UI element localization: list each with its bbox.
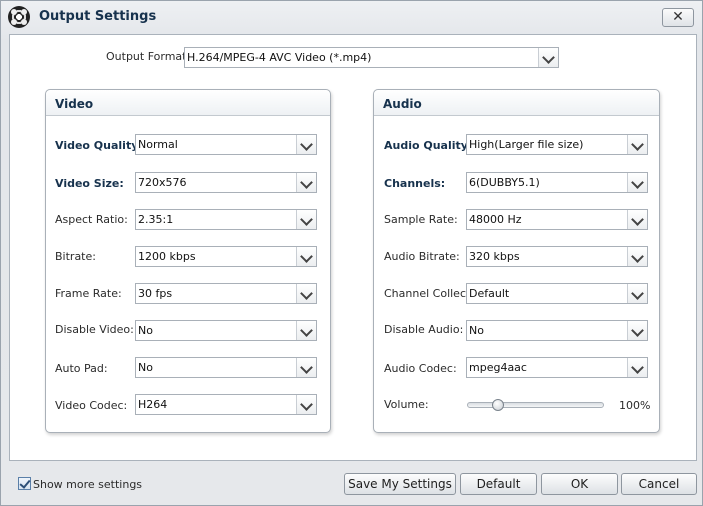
audio-codec-value: mpeg4aac [469,361,527,374]
channel-collect-dropdown[interactable]: Default [466,283,648,304]
video-codec-value: H264 [138,398,168,411]
show-more-settings-checkbox[interactable] [18,477,31,490]
channels-value: 6(DUBBY5.1) [469,176,540,189]
video-panel-title: Video [55,97,94,111]
aspect-ratio-dropdown[interactable]: 2.35:1 [135,209,317,230]
disable-video-dropdown[interactable]: No [135,320,317,341]
video-quality-value: Normal [138,138,178,151]
audio-bitrate-value: 320 kbps [469,250,520,263]
audio-quality-dropdown[interactable]: High(Larger file size) [466,134,648,155]
film-reel-icon [8,6,30,28]
output-format-label: Output Format: [106,50,191,63]
bitrate-label: Bitrate: [55,250,96,263]
video-panel-header: Video [46,90,330,116]
disable-video-label: Disable Video: [55,323,134,336]
audio-codec-dropdown[interactable]: mpeg4aac [466,357,648,378]
chevron-down-icon[interactable] [538,48,558,67]
chevron-down-icon[interactable] [296,284,316,303]
channel-collect-label: Channel Collect: [384,287,475,300]
auto-pad-label: Auto Pad: [55,362,108,375]
chevron-down-icon[interactable] [296,210,316,229]
volume-label: Volume: [384,398,429,411]
chevron-down-icon[interactable] [627,135,647,154]
volume-value: 100% [619,399,651,412]
audio-codec-label: Audio Codec: [384,362,457,375]
chevron-down-icon[interactable] [296,173,316,192]
chevron-down-icon[interactable] [296,135,316,154]
ok-button[interactable]: OK [541,473,618,495]
video-codec-dropdown[interactable]: H264 [135,394,317,415]
chevron-down-icon[interactable] [296,358,316,377]
chevron-down-icon[interactable] [627,247,647,266]
audio-bitrate-dropdown[interactable]: 320 kbps [466,246,648,267]
auto-pad-value: No [138,361,153,374]
disable-audio-label: Disable Audio: [384,323,464,336]
channels-dropdown[interactable]: 6(DUBBY5.1) [466,172,648,193]
video-size-value: 720x576 [138,176,187,189]
audio-quality-label: Audio Quality: [384,139,473,152]
frame-rate-dropdown[interactable]: 30 fps [135,283,317,304]
video-size-label: Video Size: [55,177,124,190]
sample-rate-dropdown[interactable]: 48000 Hz [466,209,648,230]
bitrate-dropdown[interactable]: 1200 kbps [135,246,317,267]
chevron-down-icon[interactable] [627,284,647,303]
channels-label: Channels: [384,177,446,190]
show-more-settings-label[interactable]: Show more settings [33,478,142,491]
sample-rate-value: 48000 Hz [469,213,522,226]
aspect-ratio-value: 2.35:1 [138,213,174,226]
video-quality-label: Video Quality: [55,139,143,152]
channel-collect-value: Default [469,287,510,300]
output-format-dropdown[interactable]: H.264/MPEG-4 AVC Video (*.mp4) [184,47,559,68]
chevron-down-icon[interactable] [296,247,316,266]
volume-slider-track[interactable] [467,402,604,408]
video-size-dropdown[interactable]: 720x576 [135,172,317,193]
disable-video-value: No [138,324,153,337]
frame-rate-value: 30 fps [138,287,173,300]
auto-pad-dropdown[interactable]: No [135,357,317,378]
chevron-down-icon[interactable] [627,173,647,192]
output-settings-window: Output Settings ✕ Output Format: H.264/M… [0,0,703,506]
cancel-button[interactable]: Cancel [621,473,697,495]
disable-audio-value: No [469,324,484,337]
volume-slider-thumb[interactable] [492,399,504,411]
video-codec-label: Video Codec: [55,399,128,412]
bitrate-value: 1200 kbps [138,250,196,263]
chevron-down-icon[interactable] [296,321,316,340]
audio-panel-title: Audio [383,97,422,111]
sample-rate-label: Sample Rate: [384,213,458,226]
audio-bitrate-label: Audio Bitrate: [384,250,460,263]
default-button[interactable]: Default [460,473,537,495]
video-quality-dropdown[interactable]: Normal [135,134,317,155]
close-button[interactable]: ✕ [662,8,694,27]
close-icon: ✕ [672,9,684,25]
frame-rate-label: Frame Rate: [55,287,122,300]
title-bar: Output Settings ✕ [1,1,702,33]
disable-audio-dropdown[interactable]: No [466,320,648,341]
audio-quality-value: High(Larger file size) [469,138,584,151]
audio-panel-header: Audio [374,90,659,116]
aspect-ratio-label: Aspect Ratio: [55,213,128,226]
chevron-down-icon[interactable] [627,210,647,229]
chevron-down-icon[interactable] [627,358,647,377]
save-my-settings-button[interactable]: Save My Settings [344,473,456,495]
chevron-down-icon[interactable] [296,395,316,414]
chevron-down-icon[interactable] [627,321,647,340]
window-title: Output Settings [39,9,157,24]
output-format-value: H.264/MPEG-4 AVC Video (*.mp4) [187,51,372,64]
